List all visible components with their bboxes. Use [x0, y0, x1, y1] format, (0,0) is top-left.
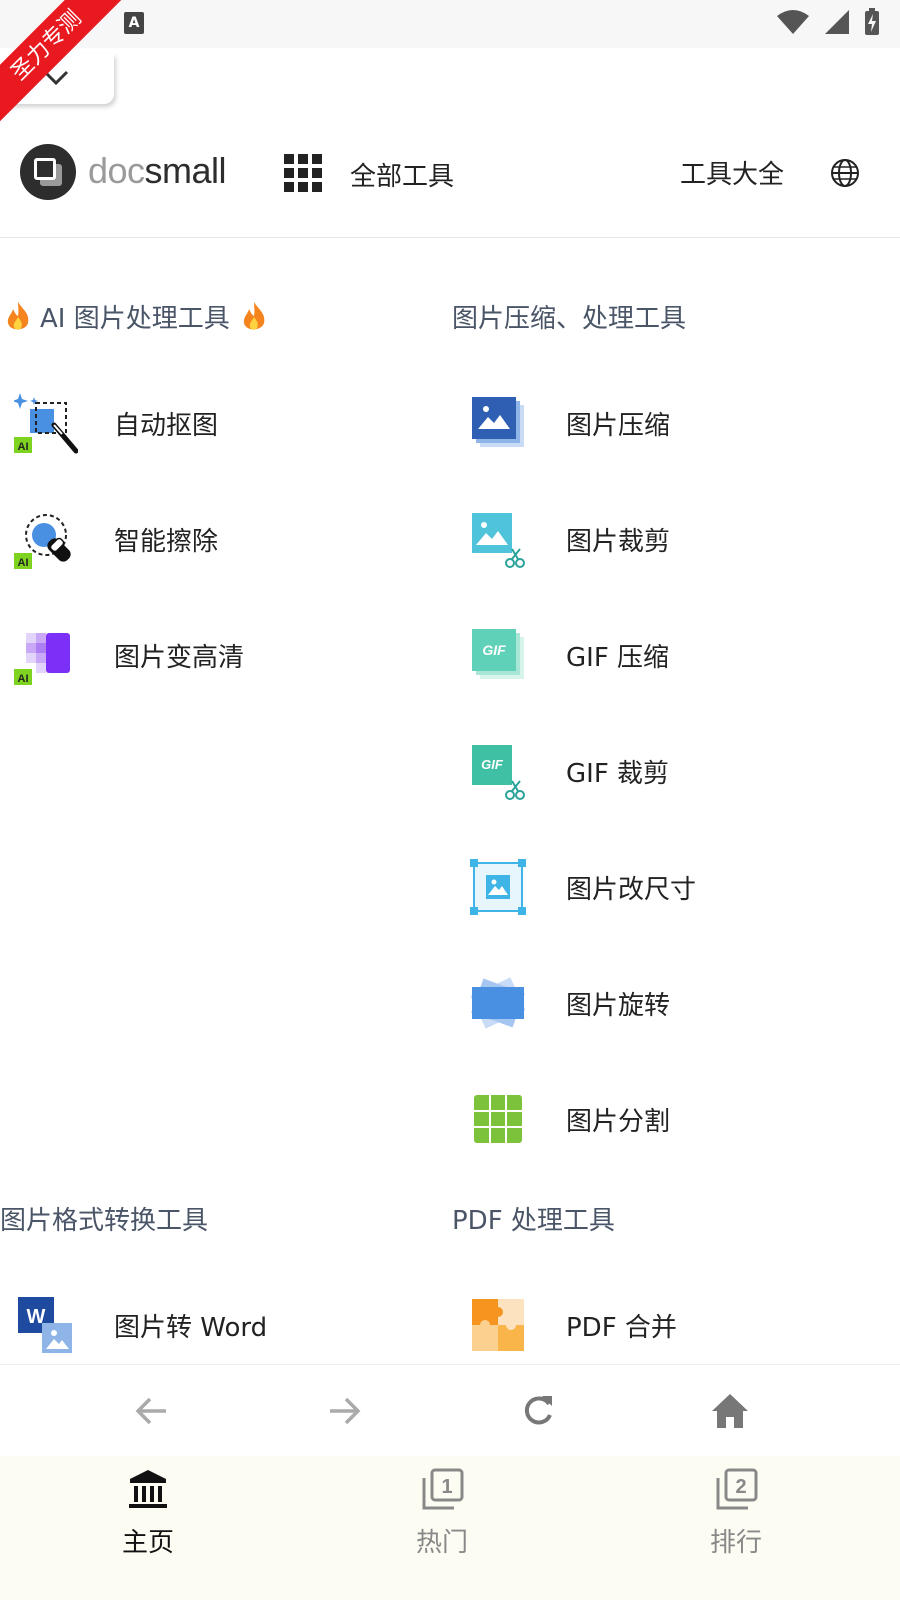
status-bar: 7 A [0, 0, 900, 48]
docsmall-logo-icon[interactable] [20, 144, 76, 200]
site-header: docsmall 全部工具 工具大全 [0, 130, 900, 238]
image-rotate-icon [466, 971, 530, 1035]
auto-cutout-icon: AI [12, 391, 79, 455]
tool-image-rotate[interactable]: 图片旋转 [466, 968, 670, 1038]
gif-text: GIF [482, 642, 506, 658]
image-crop-icon [466, 507, 530, 571]
all-tools-link[interactable]: 全部工具 [350, 156, 454, 193]
gif-compress-icon: GIF [466, 623, 530, 687]
tool-label: 图片变高清 [114, 642, 245, 673]
bank-icon [129, 1470, 167, 1508]
image-compress-icon [466, 391, 530, 455]
signal-icon [825, 10, 849, 34]
image-hd-icon: AI [14, 623, 78, 687]
tab-ranking-digit: 2 [735, 1476, 746, 1498]
tool-image-split[interactable]: 图片分割 [466, 1084, 670, 1154]
fire-icon [7, 301, 29, 330]
tool-label: 图片旋转 [566, 990, 671, 1021]
ai-section-title: AI 图片处理工具 [4, 298, 268, 335]
tab-ranking-label: 排行 [709, 1528, 762, 1558]
pdf-section-title: PDF 处理工具 [452, 1206, 615, 1236]
tool-gif-compress[interactable]: GIF GIF 压缩 [466, 620, 669, 690]
gif-text: GIF [481, 757, 504, 772]
tool-label: 图片转 Word [114, 1312, 268, 1343]
refresh-icon[interactable] [518, 1391, 558, 1431]
tool-gif-crop[interactable]: GIF GIF 裁剪 [466, 736, 669, 806]
tool-label: 图片裁剪 [566, 526, 671, 557]
test-ribbon: 圣力专测 [0, 0, 130, 130]
pdf-merge-icon [466, 1293, 530, 1357]
tab-home[interactable]: 主页 [88, 1468, 208, 1559]
ai-badge-text: AI [18, 441, 29, 453]
globe-icon[interactable] [830, 158, 860, 188]
tool-label: 图片分割 [566, 1106, 671, 1137]
tool-smart-erase[interactable]: AI 智能擦除 [14, 504, 218, 574]
tab-hot-label: 热门 [415, 1528, 468, 1558]
battery-charging-icon [865, 8, 879, 35]
tool-label: 智能擦除 [114, 526, 219, 557]
tool-image-hd[interactable]: AI 图片变高清 [14, 620, 244, 690]
status-icons [776, 8, 880, 36]
back-arrow-icon[interactable] [132, 1391, 172, 1431]
tool-label: PDF 合并 [566, 1312, 677, 1343]
logo-doc: doc [88, 150, 145, 191]
bottom-tab-bar: 主页 1 热门 2 排行 [0, 1456, 900, 1600]
docsmall-logo-text[interactable]: docsmall [88, 150, 227, 192]
tool-image-compress[interactable]: 图片压缩 [466, 388, 670, 458]
smart-erase-icon: AI [14, 507, 78, 571]
image-to-word-icon: W [14, 1293, 78, 1357]
apps-grid-icon[interactable] [284, 154, 322, 192]
convert-section-title: 图片格式转换工具 [0, 1206, 209, 1236]
image-resize-icon [466, 855, 530, 919]
home-icon[interactable] [710, 1391, 750, 1431]
tool-label: GIF 压缩 [566, 642, 670, 673]
tool-image-resize[interactable]: 图片改尺寸 [466, 852, 696, 922]
tool-image-to-word[interactable]: W 图片转 Word [14, 1290, 267, 1360]
filter-1-icon: 1 [422, 1468, 464, 1510]
tool-label: 图片压缩 [566, 410, 671, 441]
image-split-icon [466, 1087, 530, 1151]
ai-badge-text: AI [18, 557, 29, 569]
tab-home-label: 主页 [121, 1528, 174, 1558]
tool-label: 自动抠图 [114, 410, 219, 441]
fire-icon [243, 301, 265, 330]
wifi-icon [777, 10, 809, 34]
ai-section-label: AI 图片处理工具 [40, 304, 230, 334]
tool-image-crop[interactable]: 图片裁剪 [466, 504, 670, 574]
tab-hot-digit: 1 [441, 1476, 452, 1498]
tab-ranking[interactable]: 2 排行 [676, 1468, 796, 1559]
filter-2-icon: 2 [716, 1468, 758, 1510]
logo-small: small [144, 150, 227, 191]
forward-arrow-icon[interactable] [324, 1391, 364, 1431]
tool-pdf-merge[interactable]: PDF 合并 [466, 1290, 677, 1360]
ribbon-label: 圣力专测 [0, 0, 129, 128]
ai-badge-text: AI [18, 673, 29, 685]
tools-collection-link[interactable]: 工具大全 [680, 154, 784, 191]
tab-hot[interactable]: 1 热门 [382, 1468, 502, 1559]
tool-label: GIF 裁剪 [566, 758, 670, 789]
tool-auto-cutout[interactable]: AI 自动抠图 [12, 388, 219, 458]
gif-crop-icon: GIF [466, 739, 530, 803]
browser-nav-bar [0, 1364, 900, 1456]
tool-label: 图片改尺寸 [566, 874, 697, 905]
compress-section-title: 图片压缩、处理工具 [452, 304, 687, 334]
